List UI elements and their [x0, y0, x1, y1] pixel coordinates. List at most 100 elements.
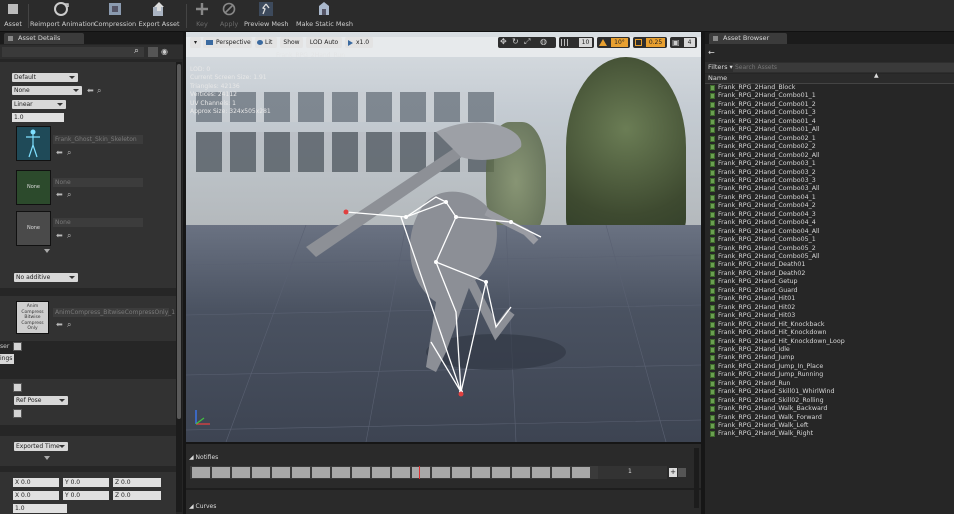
timeline-segment[interactable] [552, 467, 571, 478]
timeline-segment[interactable] [232, 467, 251, 478]
asset-list-item[interactable]: Frank_RPG_2Hand_Jump_Running [708, 371, 823, 379]
back-arrow-icon[interactable]: ← [708, 48, 715, 57]
asset-list-item[interactable]: Frank_RPG_2Hand_Combo02_1 [708, 135, 816, 143]
browse-icon[interactable]: ⌕ [67, 191, 71, 199]
show-button[interactable]: Show [280, 37, 303, 48]
asset-list-item[interactable]: Frank_RPG_2Hand_Skill01_WhirlWind [708, 388, 835, 396]
asset-list-item[interactable]: Frank_RPG_2Hand_Death01 [708, 261, 805, 269]
details-scrollbar[interactable] [176, 62, 182, 512]
rate-scale-field[interactable]: 1.0 [12, 113, 64, 122]
curves-header[interactable]: ◢ Curves [189, 503, 216, 510]
asset-list-item[interactable]: Frank_RPG_2Hand_Combo03_All [708, 185, 820, 193]
arrow-left-icon[interactable]: ⬅ [87, 87, 94, 95]
asset-list-item[interactable]: Frank_RPG_2Hand_Run [708, 380, 790, 388]
timeline-segment[interactable] [252, 467, 271, 478]
arrow-left-icon[interactable]: ⬅ [56, 149, 63, 157]
timeline-scrollbar[interactable] [694, 448, 699, 508]
asset-list-item[interactable]: Frank_RPG_2Hand_Combo04_2 [708, 202, 816, 210]
rotation-snap-control[interactable]: 10° [597, 37, 630, 48]
filters-button[interactable]: Filters ▾ [708, 63, 733, 71]
timeline-segment[interactable] [292, 467, 311, 478]
camera-speed-control[interactable]: ▣ 4 [670, 37, 697, 48]
asset-list-item[interactable]: Frank_RPG_2Hand_Combo01_2 [708, 101, 816, 109]
pose-checkbox-2[interactable] [13, 409, 22, 418]
lit-button[interactable]: Lit [255, 37, 277, 48]
asset-field-1[interactable]: None [53, 178, 143, 187]
asset-button[interactable]: Asset [0, 0, 26, 31]
timeline-segment[interactable] [472, 467, 491, 478]
notifies-header[interactable]: ◢ Notifies [189, 454, 218, 461]
asset-list-item[interactable]: Frank_RPG_2Hand_Combo05_1 [708, 236, 816, 244]
asset-list-item[interactable]: Frank_RPG_2Hand_Combo01_4 [708, 118, 816, 126]
apply-button[interactable]: Apply [216, 0, 242, 31]
asset-list-item[interactable]: Frank_RPG_2Hand_Combo03_1 [708, 160, 816, 168]
asset-list-item[interactable]: Frank_RPG_2Hand_Combo02_2 [708, 143, 816, 151]
export-asset-button[interactable]: Export Asset [138, 0, 180, 31]
x-field-1[interactable]: X 0.0 [13, 478, 59, 487]
asset-list-item[interactable]: Frank_RPG_2Hand_Hit_Knockback [708, 321, 824, 329]
asset-list-item[interactable]: Frank_RPG_2Hand_Combo03_2 [708, 169, 816, 177]
asset-list-item[interactable]: Frank_RPG_2Hand_Combo04_All [708, 228, 820, 236]
move-icon[interactable]: ✥ [500, 37, 507, 46]
asset-search-input[interactable] [733, 63, 954, 72]
timeline-segment[interactable] [572, 467, 591, 478]
asset-list-item[interactable]: Frank_RPG_2Hand_Idle [708, 346, 790, 354]
eye-icon[interactable]: ◉ [161, 47, 168, 56]
compression-button[interactable]: Compression [94, 0, 136, 31]
property-checkbox[interactable] [13, 342, 22, 351]
timeline-segment[interactable] [392, 467, 411, 478]
timeline-segment[interactable] [492, 467, 511, 478]
asset-list-item[interactable]: Frank_RPG_2Hand_Combo01_1 [708, 92, 816, 100]
timeline-segment[interactable] [532, 467, 551, 478]
timeline-track[interactable] [190, 466, 598, 479]
viewport[interactable]: ▾ Perspective Lit Show LOD Auto x1.0 ✥ ↻… [186, 32, 701, 442]
viewport-options-button[interactable]: ▾ [190, 37, 201, 48]
z-field-2[interactable]: Z 0.0 [113, 491, 161, 500]
rotate-icon[interactable]: ↻ [512, 37, 519, 46]
arrow-left-icon[interactable]: ⬅ [56, 321, 63, 329]
additive-dropdown[interactable]: No additive [14, 273, 78, 282]
asset-list-item[interactable]: Frank_RPG_2Hand_Combo04_3 [708, 211, 816, 219]
asset-list-item[interactable]: Frank_RPG_2Hand_Hit01 [708, 295, 795, 303]
asset-list-item[interactable]: Frank_RPG_2Hand_Death02 [708, 270, 805, 278]
timeline-segment[interactable] [372, 467, 391, 478]
asset-list-item[interactable]: Frank_RPG_2Hand_Walk_Left [708, 422, 808, 430]
track-options-button[interactable] [678, 468, 686, 477]
asset-list-item[interactable]: Frank_RPG_2Hand_Combo01_All [708, 126, 820, 134]
globe-icon[interactable]: ◍ [540, 37, 547, 46]
asset-list-item[interactable]: Frank_RPG_2Hand_Getup [708, 278, 798, 286]
asset-list-item[interactable]: Frank_RPG_2Hand_Block [708, 84, 795, 92]
make-static-mesh-button[interactable]: Make Static Mesh [296, 0, 353, 31]
exported-time-dropdown[interactable]: Exported Time [14, 442, 68, 451]
playhead[interactable] [419, 466, 420, 479]
asset-list-item[interactable]: Frank_RPG_2Hand_Skill02_Rolling [708, 397, 824, 405]
browse-icon[interactable]: ⌕ [97, 87, 101, 95]
timeline-segment[interactable] [212, 467, 231, 478]
browse-icon[interactable]: ⌕ [67, 321, 71, 329]
tab-asset-browser[interactable]: Asset Browser [709, 33, 787, 44]
asset-list-item[interactable]: Frank_RPG_2Hand_Walk_Right [708, 430, 813, 438]
none-dropdown[interactable]: None [12, 86, 82, 95]
timeline-segment[interactable] [192, 467, 211, 478]
arrow-left-icon[interactable]: ⬅ [56, 232, 63, 240]
chevron-down-icon[interactable] [44, 456, 50, 460]
asset-list-item[interactable]: Frank_RPG_2Hand_Hit03 [708, 312, 795, 320]
speed-button[interactable]: x1.0 [345, 37, 373, 48]
y-field-1[interactable]: Y 0.0 [63, 478, 109, 487]
timeline-segment[interactable] [332, 467, 351, 478]
scale-field[interactable]: 1.0 [13, 504, 67, 513]
asset-list-item[interactable]: Frank_RPG_2Hand_Combo05_All [708, 253, 820, 261]
asset-list-item[interactable]: Frank_RPG_2Hand_Combo05_2 [708, 245, 816, 253]
arrow-left-icon[interactable]: ⬅ [56, 191, 63, 199]
z-field-1[interactable]: Z 0.0 [113, 478, 161, 487]
asset-list-item[interactable]: Frank_RPG_2Hand_Walk_Forward [708, 414, 822, 422]
asset-list-item[interactable]: Frank_RPG_2Hand_Combo01_3 [708, 109, 816, 117]
asset-list-item[interactable]: Frank_RPG_2Hand_Guard [708, 287, 798, 295]
add-track-button[interactable]: + [669, 468, 677, 477]
timeline-segment[interactable] [512, 467, 531, 478]
expand-arrow[interactable] [0, 248, 176, 257]
timeline-segment[interactable] [412, 467, 431, 478]
timeline-segment[interactable] [272, 467, 291, 478]
asset-list-item[interactable]: Frank_RPG_2Hand_Jump_In_Place [708, 363, 823, 371]
asset-list-item[interactable]: Frank_RPG_2Hand_Combo02_All [708, 152, 820, 160]
